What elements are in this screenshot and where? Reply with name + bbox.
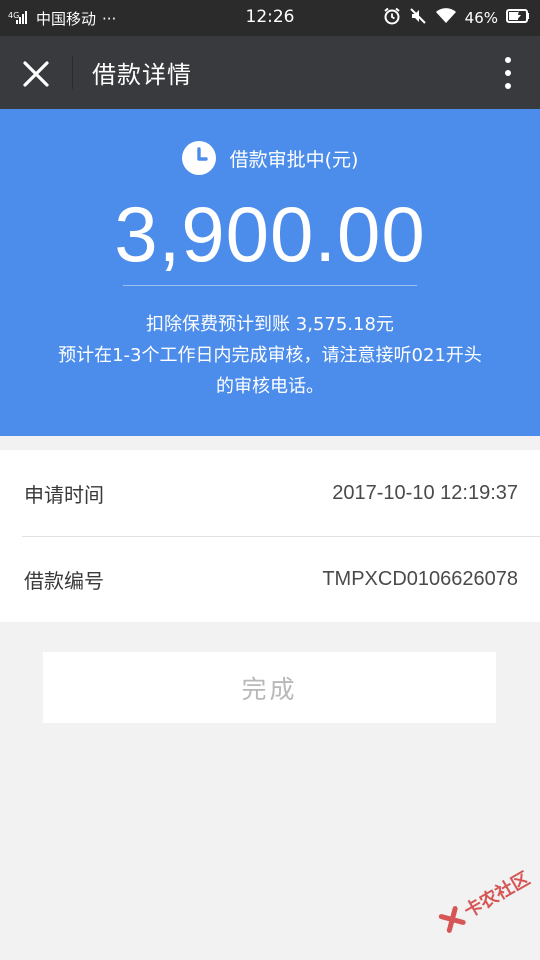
- application-time-label: 申请时间: [24, 482, 104, 507]
- clock-icon: [181, 141, 216, 175]
- application-time-row: 申请时间 2017-10-10 12:19:37: [0, 450, 540, 536]
- done-button[interactable]: 完成: [43, 652, 496, 723]
- loan-summary-panel: 借款审批中(元) 3,900.00 扣除保费预计到账 3,575.18元 预计在…: [0, 109, 540, 436]
- close-button[interactable]: [18, 56, 54, 92]
- approval-status-text: 借款审批中(元): [229, 148, 359, 171]
- review-notice-line1: 预计在1-3个工作日内完成审核，请注意接听021开头: [58, 345, 482, 366]
- status-right: 46%: [383, 7, 530, 29]
- review-notice-line2: 的审核电话。: [216, 376, 324, 397]
- alarm-icon: [383, 7, 401, 29]
- review-note: 扣除保费预计到账 3,575.18元 预计在1-3个工作日内完成审核，请注意接听…: [20, 309, 520, 402]
- expected-arrival-text: 扣除保费预计到账 3,575.18元: [146, 314, 394, 335]
- more-vertical-icon: [505, 57, 511, 89]
- loan-number-row: 借款编号 TMPXCD0106626078: [0, 536, 540, 622]
- mute-icon: [409, 7, 427, 29]
- watermark: 卡农社区: [428, 849, 540, 951]
- application-time-value: 2017-10-10 12:19:37: [332, 481, 518, 504]
- loan-number-value: TMPXCD0106626078: [322, 567, 518, 590]
- close-icon: [23, 61, 49, 87]
- loan-number-label: 借款编号: [24, 568, 104, 593]
- approval-status-row: 借款审批中(元): [0, 141, 540, 175]
- wifi-icon: [435, 8, 457, 28]
- status-bar: 4G 中国移动 ··· 12:26 46%: [0, 0, 540, 36]
- watermark-text: 卡农社区: [460, 868, 534, 923]
- loan-amount: 3,900.00: [114, 190, 426, 278]
- app-bar: 借款详情: [0, 36, 540, 109]
- battery-charging-icon: [506, 8, 530, 28]
- battery-percent: 46%: [464, 9, 498, 27]
- loan-details-card: 申请时间 2017-10-10 12:19:37 借款编号 TMPXCD0106…: [0, 450, 540, 622]
- page-title: 借款详情: [92, 61, 192, 89]
- summary-divider: [123, 285, 417, 286]
- app-bar-divider: [72, 56, 73, 89]
- more-options-button[interactable]: [498, 56, 518, 90]
